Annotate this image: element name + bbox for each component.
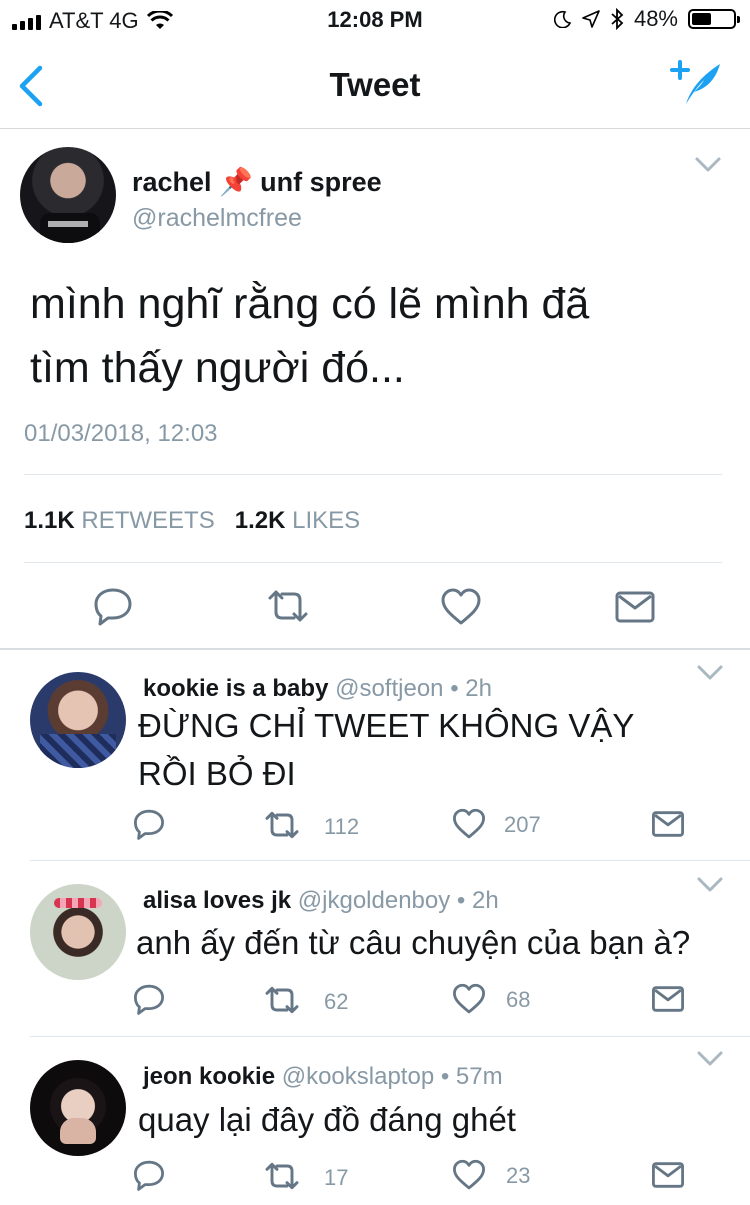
chevron-down-icon[interactable] [696,1050,724,1068]
reply-time: • 2h [450,675,492,702]
author-name[interactable]: rachel 📌 unf spree [132,166,382,198]
reply-author-name[interactable]: kookie is a baby [143,675,328,702]
tweet-timestamp: 01/03/2018, 12:03 [24,420,218,447]
avatar[interactable] [30,672,126,768]
chevron-down-icon[interactable] [696,876,724,894]
reply-icon[interactable] [132,1159,166,1191]
reply-time: • 57m [440,1063,503,1090]
location-arrow-icon [582,10,600,28]
divider [24,562,722,563]
heart-icon[interactable] [452,983,486,1015]
tweet-stats: 1.1K RETWEETS 1.2K LIKES [24,507,360,535]
avatar[interactable] [30,1060,126,1156]
nav-bar: Tweet [0,40,750,129]
retweet-icon[interactable] [262,810,302,840]
reply-author-name[interactable]: jeon kookie [143,1063,275,1090]
reply-author[interactable]: jeon kookie @kookslaptop • 57m [143,1063,503,1091]
reply-icon[interactable] [132,983,166,1015]
message-icon[interactable] [651,1161,685,1189]
tweet-text-line: mình nghĩ rằng có lẽ mình đã [30,280,590,328]
like-count: 23 [506,1163,531,1188]
status-bar: AT&T 4G 12:08 PM 48% [0,0,750,40]
reply-icon[interactable] [92,586,134,626]
heart-icon[interactable] [440,588,482,626]
likes-count[interactable]: 1.2K [235,507,286,534]
heart-icon[interactable] [452,808,486,840]
avatar[interactable] [30,884,126,980]
reply-text-line: anh ấy đến từ câu chuyện của bạn à? [136,924,691,961]
moon-icon [553,10,572,28]
page-title: Tweet [329,66,421,103]
reply-author[interactable]: kookie is a baby @softjeon • 2h [143,675,492,703]
retweet-count: 112 [324,814,360,839]
retweet-count: 17 [324,1165,349,1190]
reply-author-handle[interactable]: @kookslaptop [282,1063,434,1090]
message-icon[interactable] [651,985,685,1013]
reply-author-handle[interactable]: @jkgoldenboy [298,887,450,914]
retweets-count[interactable]: 1.1K [24,507,75,534]
reply-text-line: ĐỪNG CHỈ TWEET KHÔNG VẬY [138,707,635,744]
reply-icon[interactable] [132,808,166,840]
message-icon[interactable] [651,810,685,838]
divider [30,860,750,861]
likes-label[interactable]: LIKES [292,507,360,534]
status-right: 48% [553,6,740,32]
battery-fill [692,13,711,25]
retweet-icon[interactable] [262,1161,302,1191]
battery-icon [688,9,740,29]
divider [24,474,722,475]
divider [30,1036,750,1037]
retweet-count: 62 [324,989,349,1014]
reply-time: • 2h [456,887,499,914]
reply-text: quay lại đây đồ đáng ghét [138,1096,516,1144]
retweets-label[interactable]: RETWEETS [81,507,214,534]
compose-tweet-icon[interactable] [668,58,724,106]
battery-percent: 48% [633,6,678,31]
like-count: 207 [504,812,541,837]
reply-text: anh ấy đến từ câu chuyện của bạn à? [136,919,690,967]
reply-text-line: quay lại đây đồ đáng ghét [138,1101,516,1138]
tweet-text-line: tìm thấy người đó... [30,344,405,392]
chevron-down-icon[interactable] [694,156,722,174]
avatar[interactable] [20,147,116,243]
tweet-text: mình nghĩ rằng có lẽ mình đã tìm thấy ng… [30,272,730,400]
chevron-down-icon[interactable] [696,664,724,682]
bluetooth-icon [611,8,624,30]
reply-author-name[interactable]: alisa loves jk [143,887,291,914]
divider [0,648,750,650]
reply-text-line: RỒI BỎ ĐI [138,755,296,792]
retweet-icon[interactable] [262,985,302,1015]
author-handle[interactable]: @rachelmcfree [132,204,302,233]
heart-icon[interactable] [452,1159,486,1191]
reply-author[interactable]: alisa loves jk @jkgoldenboy • 2h [143,887,499,915]
retweet-icon[interactable] [264,588,312,624]
reply-author-handle[interactable]: @softjeon [335,675,443,702]
reply-text: ĐỪNG CHỈ TWEET KHÔNG VẬY RỒI BỎ ĐI [138,702,634,798]
message-icon[interactable] [614,590,656,624]
like-count: 68 [506,987,531,1012]
